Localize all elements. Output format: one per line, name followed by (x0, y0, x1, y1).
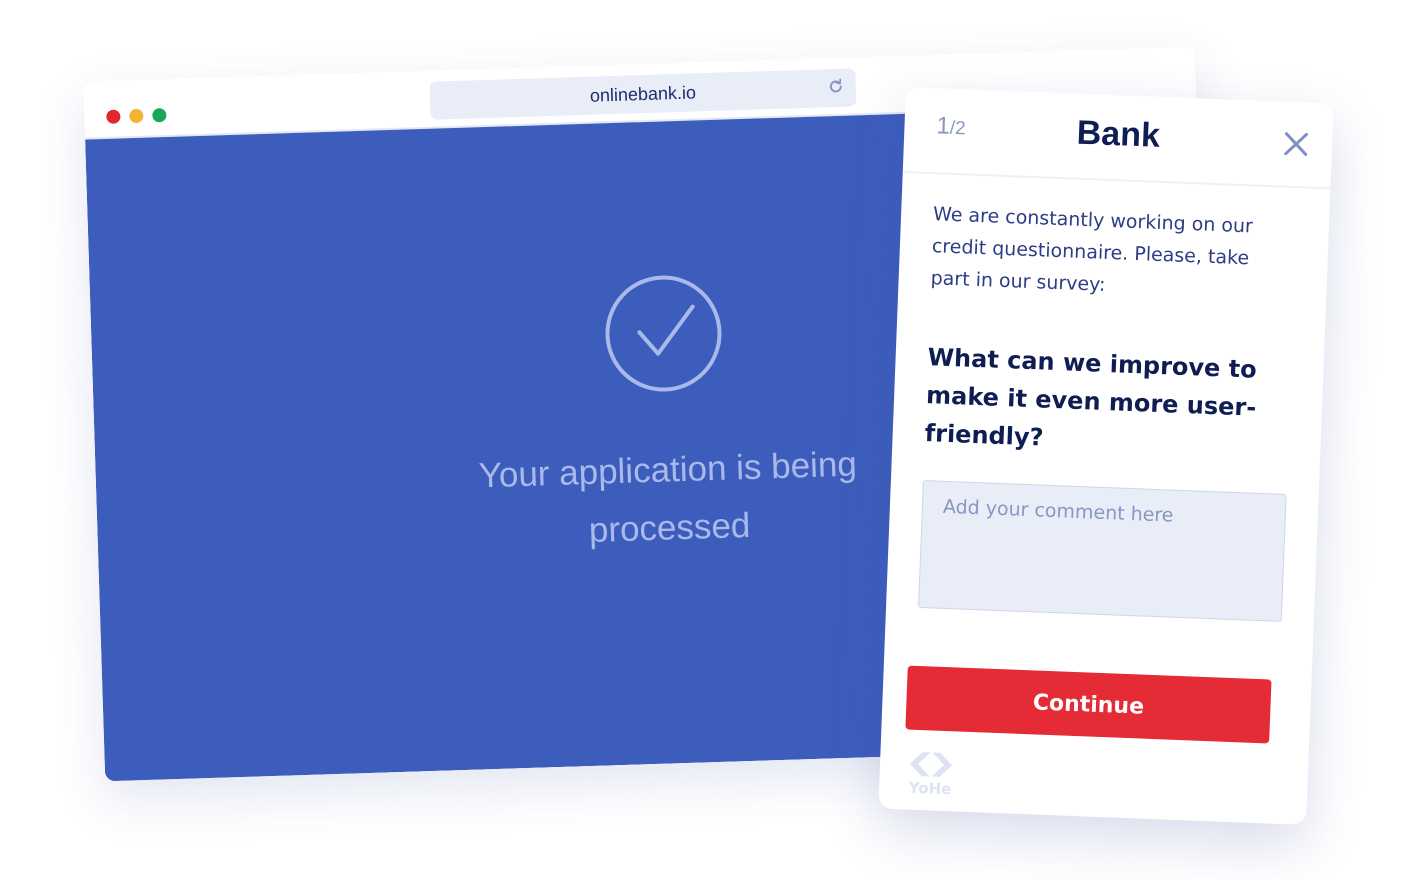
survey-title: Bank (1076, 113, 1161, 155)
continue-button[interactable]: Continue (905, 665, 1272, 744)
refresh-icon[interactable] (826, 77, 847, 98)
checkmark-circle-icon (605, 275, 722, 392)
window-controls (106, 108, 167, 124)
address-url: onlinebank.io (589, 82, 697, 106)
minimize-window-button[interactable] (129, 108, 144, 124)
comment-field[interactable] (918, 479, 1287, 622)
survey-intro: We are constantly working on our credit … (930, 203, 1254, 296)
close-window-button[interactable] (106, 109, 121, 124)
survey-dialog: 1/2 Bank We are constantly working on ou… (878, 87, 1334, 825)
survey-header: 1/2 Bank (902, 87, 1334, 190)
survey-question: What can we improve to make it even more… (924, 343, 1258, 452)
maximize-window-button[interactable] (152, 108, 167, 123)
stage: onlinebank.io Your application is being … (0, 0, 1420, 880)
status-message: Your application is being processed (478, 444, 858, 550)
brand-name: YoHe (908, 778, 952, 799)
brand-logo: YoHe (903, 747, 959, 801)
yohe-logo-icon (910, 752, 953, 777)
address-bar[interactable]: onlinebank.io (429, 68, 857, 120)
close-icon[interactable] (1282, 130, 1311, 159)
